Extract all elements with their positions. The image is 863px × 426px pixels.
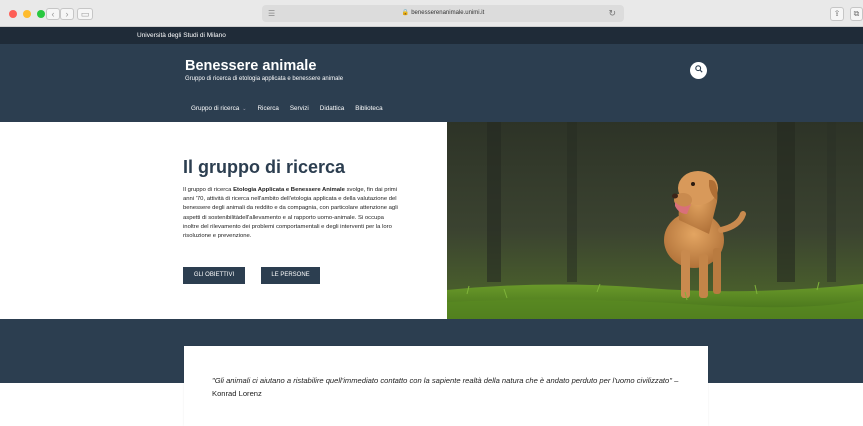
nav-item-didattica[interactable]: Didattica: [320, 105, 345, 112]
quote-text: "Gli animali ci aiutano a ristabilire qu…: [212, 374, 682, 400]
forward-icon[interactable]: ›: [60, 8, 74, 20]
new-tab-icon[interactable]: ⧉: [850, 7, 863, 21]
hero-text-bold: Etologia Applicata e Benessere Animale: [233, 187, 345, 193]
nav-item-servizi[interactable]: Servizi: [290, 105, 309, 112]
window-controls: [9, 10, 45, 18]
back-icon[interactable]: ‹: [46, 8, 60, 20]
people-button[interactable]: LE PERSONE: [261, 267, 320, 284]
quote-body: "Gli animali ci aiutano a ristabilire qu…: [212, 376, 672, 385]
address-bar[interactable]: ☰ 🔒 benesserenanimale.unimi.it ↻: [262, 5, 624, 22]
hero-text-rest: svolge, fin dai primi anni '70, attività…: [183, 187, 398, 240]
university-bar: Università degli Studi di Milano: [0, 27, 863, 44]
minimize-window-button[interactable]: [23, 10, 31, 18]
nav-item-ricerca[interactable]: Ricerca: [258, 105, 279, 112]
site-header: Benessere animale Gruppo di ricerca di e…: [0, 44, 863, 122]
search-icon[interactable]: [690, 62, 707, 79]
reload-icon[interactable]: ↻: [608, 5, 616, 22]
hero-description: Il gruppo di ricerca Etologia Applicata …: [183, 186, 398, 241]
maximize-window-button[interactable]: [37, 10, 45, 18]
site-title[interactable]: Benessere animale: [185, 58, 316, 74]
nav-item-label: Gruppo di ricerca: [191, 105, 240, 112]
share-icon[interactable]: ⇪: [830, 7, 844, 21]
url-text: benesserenanimale.unimi.it: [411, 10, 485, 16]
lock-icon: 🔒: [401, 10, 410, 16]
sidebar-icon[interactable]: ▭: [77, 8, 93, 20]
main-nav: Gruppo di ricerca ⌄ Ricerca Servizi Didat…: [191, 105, 383, 112]
dog-photo: [447, 122, 863, 319]
nav-item-biblioteca[interactable]: Biblioteca: [355, 105, 382, 112]
hero-text-prefix: Il gruppo di ricerca: [183, 187, 234, 193]
hero-content: Il gruppo di ricerca Il gruppo di ricerc…: [0, 122, 447, 319]
chevron-down-icon: ⌄: [242, 106, 247, 112]
objectives-button[interactable]: GLI OBIETTIVI: [183, 267, 245, 284]
reader-icon[interactable]: ☰: [268, 5, 275, 22]
site-subtitle: Gruppo di ricerca di etologia applicata …: [185, 76, 344, 82]
hero-section: Il gruppo di ricerca Il gruppo di ricerc…: [0, 122, 863, 319]
university-link[interactable]: Università degli Studi di Milano: [137, 27, 226, 44]
quote-card: "Gli animali ci aiutano a ristabilire qu…: [184, 346, 708, 426]
nav-item-gruppo[interactable]: Gruppo di ricerca ⌄: [191, 105, 247, 112]
close-window-button[interactable]: [9, 10, 17, 18]
hero-title: Il gruppo di ricerca: [183, 157, 346, 177]
browser-toolbar: ‹ › ▭ ☰ 🔒 benesserenanimale.unimi.it ↻ ⇪ …: [0, 0, 863, 27]
